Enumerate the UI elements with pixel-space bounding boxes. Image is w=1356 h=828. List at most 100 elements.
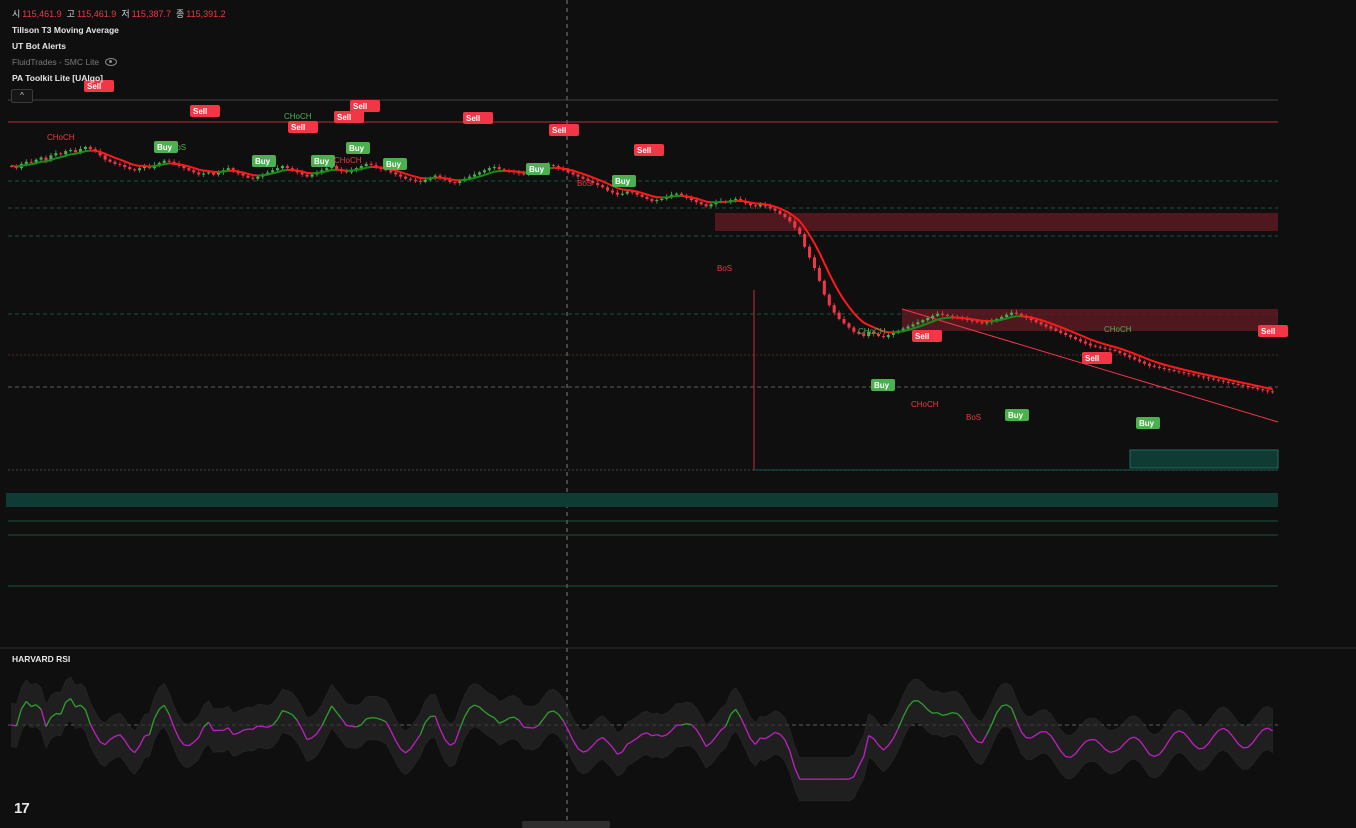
candle	[1034, 320, 1038, 323]
candle	[477, 172, 482, 175]
t3-line-segment	[109, 154, 116, 159]
t3-line-segment	[695, 197, 702, 201]
candle	[596, 183, 600, 186]
sell-signal-label: Sell	[1261, 327, 1275, 336]
t3-line-segment	[356, 168, 362, 171]
structure-label: CHoCH	[334, 156, 362, 165]
t3-line-segment	[1099, 341, 1106, 346]
t3-line-segment	[70, 152, 76, 156]
t3-line-segment	[1252, 383, 1259, 387]
candle	[1211, 378, 1216, 380]
candle	[660, 198, 664, 201]
t3-line-segment	[262, 173, 268, 177]
t3-line-segment	[173, 162, 180, 166]
t3-line-segment	[247, 172, 254, 177]
candle	[325, 168, 329, 171]
indicator-fluidtrades[interactable]: FluidTrades - SMC Lite	[12, 54, 229, 70]
tradingview-logo[interactable]: 17	[14, 800, 30, 817]
candle	[29, 161, 33, 163]
t3-line-segment	[1262, 386, 1268, 390]
t3-line-segment	[183, 164, 190, 168]
t3-line-segment	[237, 170, 244, 174]
structure-label: CHoCH	[911, 400, 939, 409]
candle	[399, 174, 403, 177]
candle	[74, 150, 78, 153]
candle	[793, 221, 797, 228]
collapse-legend-button[interactable]: ^	[11, 89, 33, 103]
candle	[1216, 379, 1220, 381]
candle	[271, 170, 275, 173]
structure-label: BoS	[577, 179, 592, 188]
t3-line-segment	[636, 190, 643, 194]
t3-line-segment	[119, 158, 126, 163]
indicator-pa-toolkit[interactable]: PA Toolkit Lite [UAlgo]	[12, 70, 229, 86]
sell-signal-label: Sell	[353, 102, 367, 111]
t3-line-segment	[745, 200, 751, 204]
t3-line-segment	[671, 194, 677, 198]
t3-line-segment	[1183, 368, 1190, 372]
candle	[1256, 388, 1260, 390]
candle	[202, 173, 206, 175]
t3-line-segment	[1159, 362, 1165, 366]
t3-line-segment	[1109, 344, 1116, 348]
candle	[1064, 332, 1068, 335]
candle	[906, 326, 910, 329]
t3-line-segment	[1139, 354, 1145, 359]
t3-line-segment	[1223, 377, 1229, 381]
t3-line-segment	[208, 170, 214, 173]
rsi-line-segment	[183, 744, 189, 747]
candle	[487, 168, 491, 171]
candle	[852, 327, 856, 332]
t3-line-segment	[464, 178, 470, 181]
indicator-ut-bot[interactable]: UT Bot Alerts	[12, 38, 229, 54]
sell-signal-label: Sell	[637, 146, 651, 155]
t3-line-segment	[188, 165, 195, 169]
buy-signal-label: Buy	[1139, 419, 1155, 428]
buy-signal-label: Buy	[1008, 411, 1024, 420]
candle	[1147, 363, 1151, 366]
t3-line-segment	[1119, 347, 1126, 352]
candle	[1157, 366, 1161, 368]
t3-line-segment	[750, 201, 756, 205]
t3-line-segment	[16, 164, 22, 168]
t3-line-segment	[134, 164, 140, 167]
t3-line-segment	[494, 170, 500, 173]
candle	[886, 334, 890, 338]
candle	[364, 163, 368, 167]
t3-line-segment	[843, 299, 850, 308]
candle	[276, 168, 280, 171]
t3-line-segment	[326, 169, 332, 173]
structure-label: CHoCH	[284, 112, 312, 121]
candle	[1078, 339, 1083, 342]
t3-line-segment	[154, 164, 160, 168]
time-scrollbar[interactable]	[522, 821, 610, 828]
t3-line-segment	[518, 170, 524, 174]
eye-hidden-icon[interactable]	[105, 58, 118, 66]
structure-label: BoS	[171, 143, 186, 152]
candle	[650, 198, 654, 202]
structure-label: CHoCH	[47, 133, 75, 142]
rsi-pane-title: HARVARD RSI	[12, 654, 71, 664]
indicator-tillson-t3[interactable]: Tillson T3 Moving Average	[12, 22, 229, 38]
t3-line-segment	[602, 180, 609, 185]
t3-line-segment	[321, 170, 328, 174]
candle	[335, 166, 339, 170]
candle	[423, 179, 427, 182]
sell-signal-label: Sell	[1085, 354, 1099, 363]
candle	[497, 167, 501, 170]
rsi-band	[11, 676, 1273, 802]
high-key: 고	[66, 9, 75, 19]
candle	[1177, 371, 1181, 373]
t3-line-segment	[848, 306, 855, 314]
candle	[1266, 390, 1270, 392]
candle	[916, 322, 920, 325]
price-chart[interactable]: SellSellSellSellSellSellSellSellSellSell…	[0, 0, 1356, 828]
candle	[832, 305, 836, 313]
candle	[734, 198, 738, 201]
candle	[192, 170, 196, 173]
candle	[773, 208, 777, 211]
t3-line-segment	[1208, 374, 1214, 378]
t3-line-segment	[439, 176, 446, 180]
rsi-line-segment	[1198, 747, 1204, 750]
t3-line-segment	[1154, 360, 1160, 365]
